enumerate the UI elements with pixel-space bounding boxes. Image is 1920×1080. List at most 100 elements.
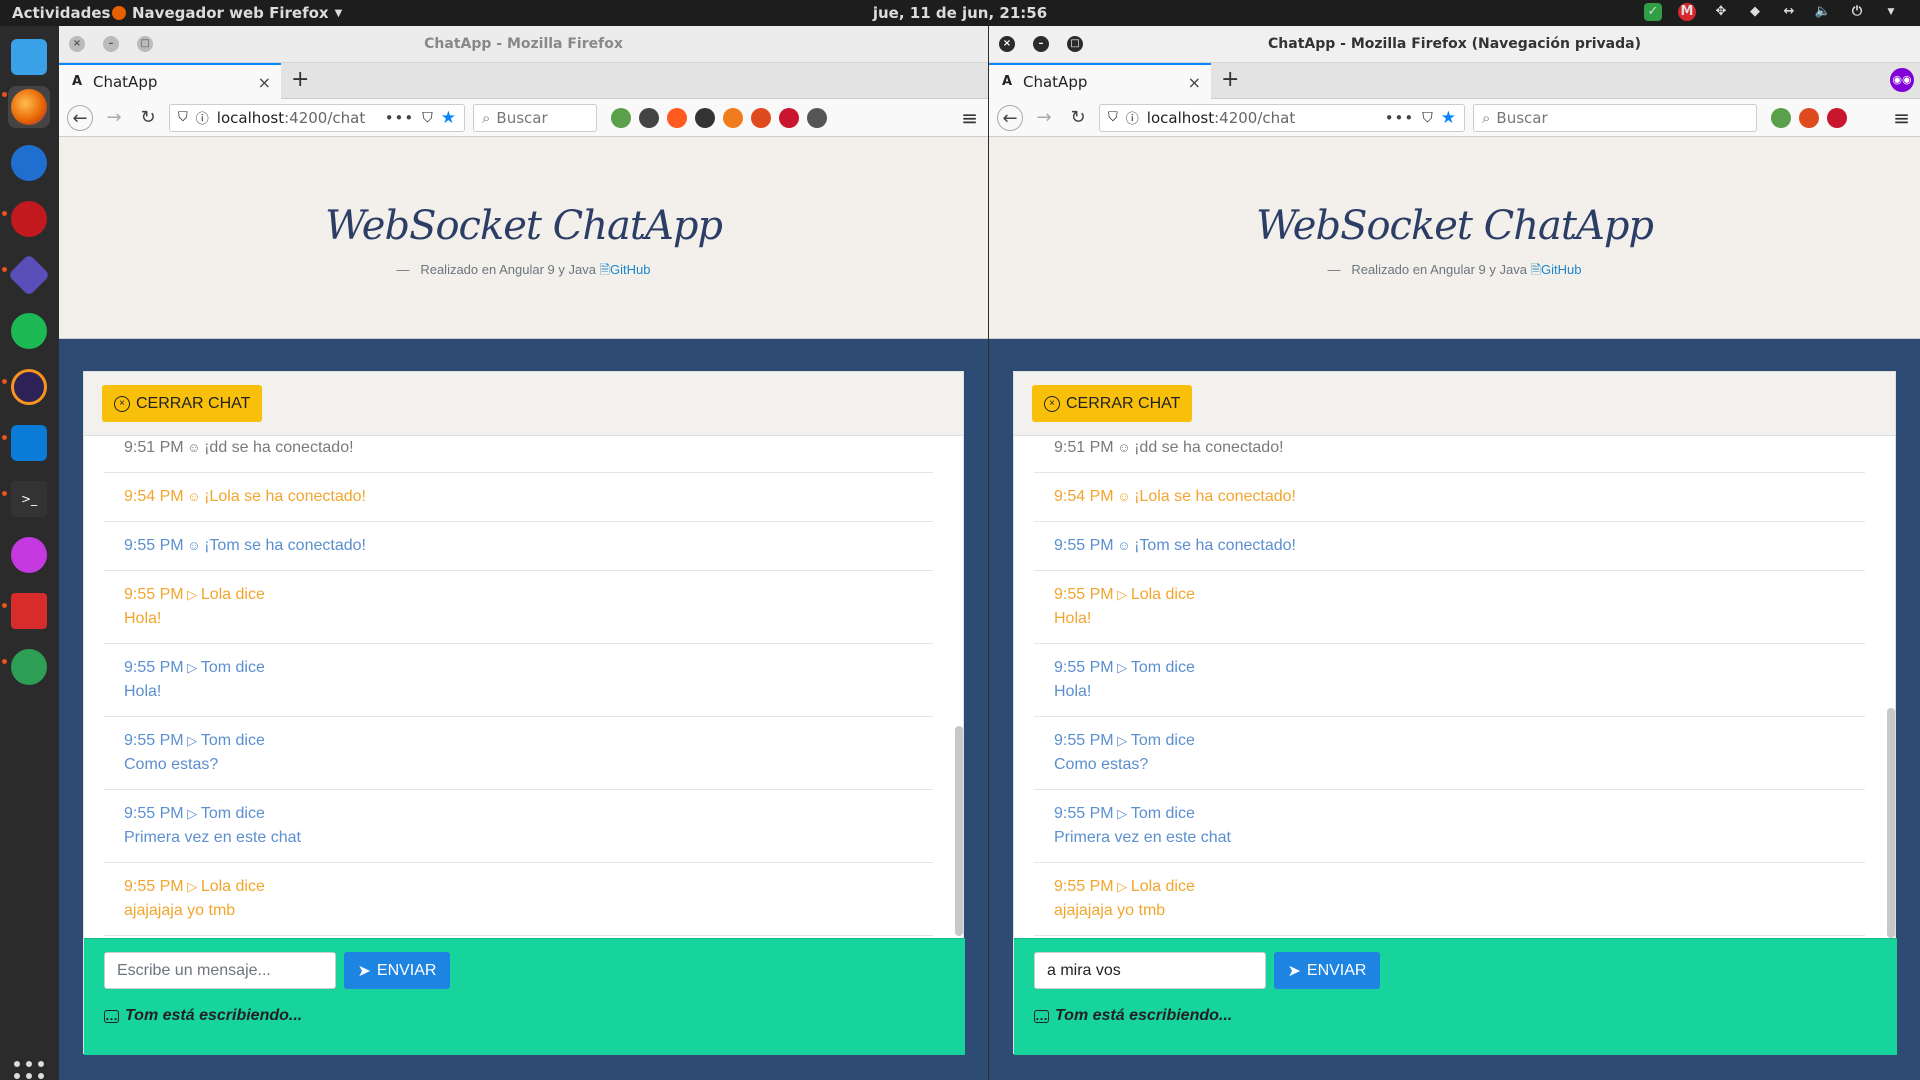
back-icon[interactable]: ← — [997, 104, 1023, 131]
dock-red-terminal-icon[interactable] — [8, 590, 50, 632]
message-row: 9:51 PM ☺ ¡dd se ha conectado! — [104, 436, 933, 473]
extension-icon[interactable] — [611, 107, 631, 128]
dock-spotify-icon[interactable] — [8, 310, 50, 352]
running-indicator — [2, 211, 7, 216]
tab-chatapp[interactable]: A ChatApp × — [989, 63, 1211, 99]
extension-icon[interactable] — [723, 107, 743, 128]
extension-icon[interactable] — [751, 107, 771, 128]
extension-icon[interactable] — [1827, 107, 1847, 128]
reload-icon[interactable]: ↻ — [135, 105, 161, 131]
close-chat-button[interactable]: × CERRAR CHAT — [102, 385, 263, 422]
dropbox-icon[interactable]: ✥ — [1712, 3, 1730, 21]
network-icon[interactable]: ↔ — [1780, 3, 1798, 21]
search-input[interactable]: ⌕ Buscar — [473, 103, 597, 132]
github-link[interactable]: 🗎GitHub — [1531, 262, 1582, 277]
dock-media-player-icon[interactable] — [8, 534, 50, 576]
activities-button[interactable]: Actividades — [12, 4, 110, 22]
power-icon[interactable]: ⏻ — [1848, 3, 1866, 21]
send-button[interactable]: ➤ ENVIAR — [344, 952, 450, 989]
message-list[interactable]: 9:51 PM ☺ ¡dd se ha conectado! 9:54 PM ☺ … — [1014, 436, 1897, 938]
dock-rocket-icon[interactable] — [8, 646, 50, 688]
scrollbar-thumb[interactable] — [1887, 708, 1895, 938]
message-text: Tom dice — [200, 659, 265, 676]
window-titlebar[interactable]: × – □ ChatApp - Mozilla Firefox — [59, 26, 988, 63]
app-menu[interactable]: Navegador web Firefox ▼ — [112, 4, 342, 22]
page-actions-icon[interactable]: ••• — [385, 109, 415, 127]
close-tab-icon[interactable]: × — [1188, 73, 1201, 92]
bookmark-star-icon[interactable]: ★ — [441, 108, 456, 128]
github-link[interactable]: 🗎GitHub — [600, 262, 651, 277]
forward-icon[interactable]: → — [101, 105, 127, 131]
message-body: ajajajaja yo tmb — [124, 902, 236, 919]
close-window-icon[interactable]: × — [999, 36, 1015, 52]
search-input[interactable]: ⌕ Buscar — [1473, 103, 1757, 132]
dock-finder-icon[interactable] — [8, 36, 50, 78]
window-titlebar[interactable]: × – □ ChatApp - Mozilla Firefox (Navegac… — [989, 26, 1920, 63]
extension-icon[interactable] — [779, 107, 799, 128]
hamburger-menu-icon[interactable]: ≡ — [961, 106, 978, 130]
minimize-window-icon[interactable]: – — [1033, 36, 1049, 52]
message-time: 9:55 PM — [124, 878, 184, 895]
pocket-icon[interactable]: ⛉ — [1422, 110, 1433, 126]
maximize-window-icon[interactable]: □ — [1067, 36, 1083, 52]
hamburger-menu-icon[interactable]: ≡ — [1893, 106, 1910, 130]
play-icon: ▷ — [1113, 806, 1131, 821]
dock-terminal-icon[interactable]: >_ — [8, 478, 50, 520]
url-text: localhost:4200/chat — [217, 109, 365, 127]
message-body: Como estas? — [1054, 756, 1149, 773]
message-time: 9:55 PM — [124, 586, 184, 603]
volume-icon[interactable]: 🔈 — [1814, 3, 1832, 21]
new-tab-icon[interactable]: + — [291, 67, 309, 92]
extension-icon[interactable] — [1771, 107, 1791, 128]
page-actions-icon[interactable]: ••• — [1385, 109, 1415, 127]
mega-icon[interactable]: M — [1678, 3, 1696, 21]
app-subtitle: — Realizado en Angular 9 y Java 🗎GitHub — [59, 261, 988, 283]
new-tab-icon[interactable]: + — [1221, 67, 1239, 92]
info-icon[interactable]: ⓘ — [1126, 108, 1139, 127]
message-time: 9:55 PM — [124, 537, 184, 554]
message-list[interactable]: 9:51 PM ☺ ¡dd se ha conectado! 9:54 PM ☺ … — [84, 436, 965, 938]
dock-firefox-icon[interactable] — [8, 86, 50, 128]
shield-icon[interactable]: ✓ — [1644, 3, 1662, 21]
chat-card-header: × CERRAR CHAT — [84, 372, 963, 436]
pocket-icon[interactable]: ⛉ — [422, 110, 433, 126]
browser-window-private: × – □ ChatApp - Mozilla Firefox (Navegac… — [989, 26, 1920, 1080]
bookmark-star-icon[interactable]: ★ — [1441, 108, 1456, 128]
reload-icon[interactable]: ↻ — [1065, 105, 1091, 131]
close-tab-icon[interactable]: × — [258, 73, 271, 92]
message-input[interactable] — [1034, 952, 1266, 989]
extension-icon[interactable] — [639, 107, 659, 128]
tab-chatapp[interactable]: A ChatApp × — [59, 63, 281, 99]
forward-icon[interactable]: → — [1031, 105, 1057, 131]
running-indicator — [2, 379, 7, 384]
dock-cherry-icon[interactable] — [8, 198, 50, 240]
url-bar[interactable]: ⛉ ⓘ localhost:4200/chat ••• ⛉ ★ — [1099, 103, 1465, 132]
dock-eclipse-icon[interactable] — [8, 366, 50, 408]
back-icon[interactable]: ← — [67, 104, 93, 131]
maximize-window-icon[interactable]: □ — [137, 36, 153, 52]
close-window-icon[interactable]: × — [69, 36, 85, 52]
dock-vscode-icon[interactable] — [8, 422, 50, 464]
minimize-window-icon[interactable]: – — [103, 36, 119, 52]
dock-thunderbird-icon[interactable] — [8, 142, 50, 184]
shield-icon[interactable]: ⛉ — [178, 110, 188, 125]
show-apps-icon[interactable] — [14, 1061, 44, 1080]
extension-icon[interactable] — [807, 107, 827, 128]
scrollbar-thumb[interactable] — [955, 726, 963, 936]
extension-icon[interactable] — [1799, 107, 1819, 128]
clock[interactable]: jue, 11 de jun, 21:56 — [873, 4, 1047, 22]
extension-icon[interactable] — [667, 107, 687, 128]
close-chat-button[interactable]: × CERRAR CHAT — [1032, 385, 1193, 422]
git-icon[interactable]: ◆ — [1746, 3, 1764, 21]
extension-icon[interactable] — [695, 107, 715, 128]
shield-icon[interactable]: ⛉ — [1108, 110, 1118, 125]
dock-vs-icon[interactable] — [7, 253, 51, 297]
send-button[interactable]: ➤ ENVIAR — [1274, 952, 1380, 989]
chat-card: × CERRAR CHAT 9:51 PM ☺ ¡dd se ha conect… — [1013, 371, 1897, 1055]
chevron-down-icon[interactable]: ▼ — [1882, 3, 1900, 21]
running-indicator — [2, 435, 7, 440]
message-input[interactable] — [104, 952, 336, 989]
info-icon[interactable]: ⓘ — [196, 108, 209, 127]
url-bar[interactable]: ⛉ ⓘ localhost:4200/chat ••• ⛉ ★ — [169, 103, 465, 132]
url-path: :4200/chat — [284, 108, 366, 127]
